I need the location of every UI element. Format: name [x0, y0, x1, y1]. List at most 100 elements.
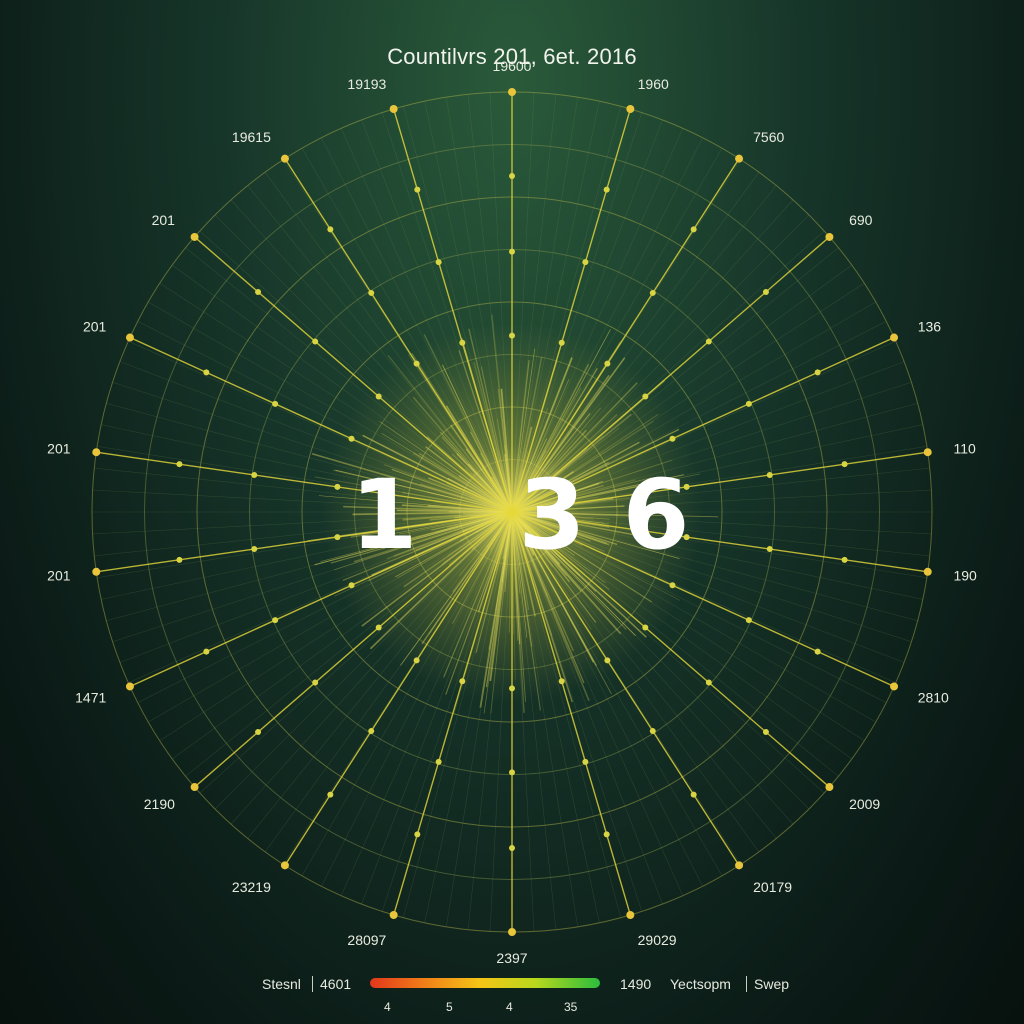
spoke-marker: [459, 339, 466, 346]
spoke-marker: [923, 567, 932, 576]
spoke-marker: [272, 400, 279, 407]
spoke-marker: [414, 186, 421, 193]
spoke-label: 2009: [849, 796, 880, 812]
spoke-marker: [509, 769, 515, 776]
legend-right-label: Yectsopm: [670, 976, 731, 992]
spoke-marker: [348, 435, 355, 442]
legend-right-extra: Swep: [754, 976, 790, 992]
spoke-label: 110: [953, 441, 976, 457]
spoke-marker: [626, 910, 635, 919]
spoke-marker: [735, 154, 744, 163]
spoke-marker: [762, 288, 769, 295]
radial-chart: 19600 1960 7560 690 136 110 190 2810 2009 20179 29…: [47, 58, 977, 966]
spoke-label: 2810: [918, 689, 949, 705]
spoke-marker: [251, 546, 258, 553]
spoke-marker: [766, 546, 773, 553]
spoke-marker: [603, 831, 610, 838]
spoke-marker: [509, 845, 515, 851]
spoke-label: 190: [953, 567, 977, 583]
center-value: 3: [519, 459, 586, 571]
spoke-marker: [255, 288, 262, 295]
spoke-marker: [92, 448, 101, 457]
spoke-marker: [255, 729, 262, 736]
spoke-marker: [125, 682, 134, 691]
scale-tick: 35: [564, 1000, 578, 1014]
spoke-marker: [176, 556, 183, 563]
spoke-marker: [368, 289, 375, 296]
spoke-marker: [334, 534, 341, 541]
spoke-label: 19600: [493, 58, 532, 74]
spoke-marker: [509, 332, 515, 339]
scale-tick: 5: [446, 1000, 453, 1014]
spoke-marker: [190, 232, 199, 241]
spoke-marker: [312, 338, 319, 345]
spoke-marker: [745, 400, 752, 407]
legend-left-label: Stesnl: [262, 976, 301, 992]
spoke-marker: [312, 679, 319, 686]
spoke-label: 19193: [347, 76, 386, 92]
spoke-marker: [841, 461, 848, 468]
spoke-label: 2190: [144, 796, 175, 812]
spoke-marker: [890, 333, 899, 342]
spoke-marker: [509, 248, 515, 255]
spoke-label: 23219: [232, 879, 271, 895]
spoke-marker: [642, 624, 649, 631]
spoke-marker: [203, 648, 210, 655]
spoke-marker: [348, 582, 355, 589]
spoke-marker: [690, 791, 697, 798]
legend-divider: [746, 976, 747, 992]
spoke-label: 1960: [638, 76, 669, 92]
spoke-marker: [435, 259, 442, 266]
spoke-marker: [509, 685, 515, 692]
legend-right-value: 1490: [620, 976, 652, 992]
spoke-marker: [841, 556, 848, 563]
spoke-label: 201: [152, 212, 176, 228]
spoke-label: 20179: [753, 879, 792, 895]
spoke-marker: [690, 226, 697, 233]
spoke-marker: [923, 448, 932, 457]
spoke-marker: [649, 289, 656, 296]
spoke-marker: [735, 861, 744, 870]
spoke-marker: [508, 928, 516, 936]
legend-left-value: 4601: [320, 976, 352, 992]
scale-tick: 4: [506, 1000, 513, 1014]
spoke-marker: [413, 360, 420, 367]
spoke-marker: [509, 173, 515, 179]
spoke-marker: [890, 682, 899, 691]
spoke-marker: [814, 648, 821, 655]
spoke-marker: [669, 435, 676, 442]
spoke-marker: [368, 728, 375, 735]
spoke-label: 201: [47, 441, 71, 457]
spoke-marker: [414, 831, 421, 838]
spoke-marker: [389, 105, 398, 114]
spoke-marker: [92, 567, 101, 576]
spoke-marker: [604, 360, 611, 367]
spoke-marker: [251, 471, 258, 478]
spoke-marker: [327, 226, 334, 233]
spoke-label: 29029: [638, 932, 677, 948]
spoke-marker: [389, 910, 398, 919]
spoke-marker: [642, 393, 649, 400]
spoke-marker: [705, 338, 712, 345]
spoke-marker: [766, 471, 773, 478]
spoke-marker: [272, 617, 279, 624]
spoke-marker: [413, 657, 420, 664]
spoke-marker: [558, 339, 565, 346]
spoke-marker: [203, 369, 210, 376]
spoke-label: 28097: [347, 932, 386, 948]
legend-bar: Stesnl 4601 4 5 4 35 1490 Yectsopm Swep: [0, 968, 1024, 1014]
center-value: 6: [623, 459, 690, 571]
spoke-marker: [825, 232, 834, 241]
spoke-marker: [582, 259, 589, 266]
spoke-marker: [375, 393, 382, 400]
spoke-marker: [825, 783, 834, 792]
center-value: 1: [351, 459, 418, 571]
spoke-label: 201: [83, 319, 107, 335]
spoke-marker: [669, 582, 676, 589]
color-scale-bar: 4 5 4 35: [370, 978, 600, 1014]
spoke-marker: [334, 483, 341, 490]
spoke-marker: [280, 154, 289, 163]
spoke-label: 201: [47, 567, 71, 583]
spoke-label: 690: [849, 212, 873, 228]
legend-divider: [312, 976, 313, 992]
